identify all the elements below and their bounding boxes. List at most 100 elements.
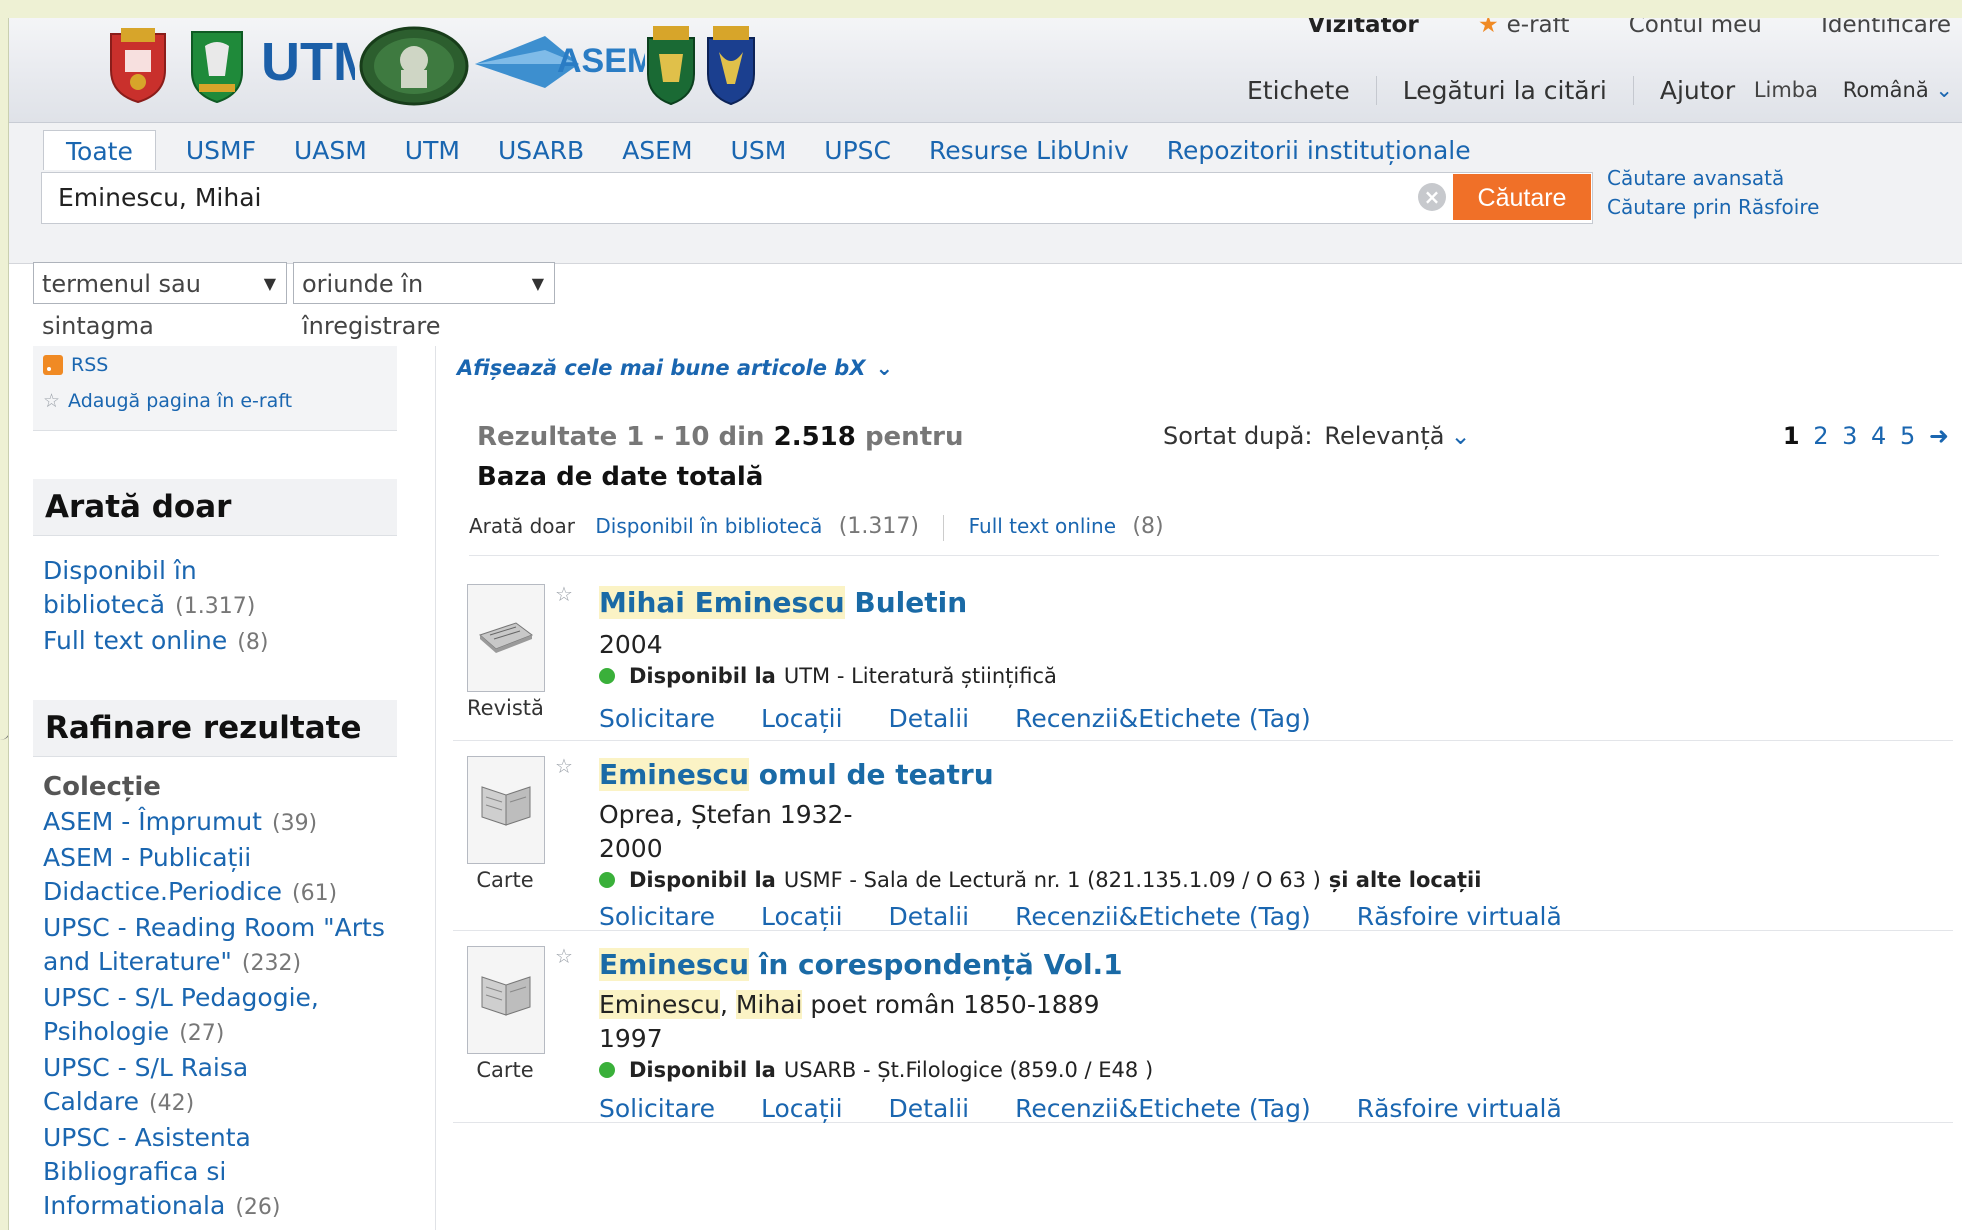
reviews-tags-link[interactable]: Recenzii&Etichete (Tag): [1015, 1094, 1311, 1123]
uasm-crest-logo[interactable]: [189, 24, 245, 108]
facet-collection[interactable]: UPSC - S/L Pedagogie, Psihologie (27): [33, 981, 397, 1051]
sort-label: Sortat după:: [1163, 422, 1313, 450]
browse-search-link[interactable]: Căutare prin Răsfoire: [1607, 193, 1819, 222]
available-filter-link[interactable]: Disponibil în bibliotecă: [595, 514, 822, 538]
field-select[interactable]: oriunde în înregistrare ▼: [293, 262, 555, 340]
facet-collection[interactable]: UPSC - Asistenta Bibliografica si Inform…: [33, 1121, 397, 1225]
details-link[interactable]: Detalii: [889, 1094, 970, 1123]
page-link[interactable]: 5: [1900, 422, 1915, 450]
column-divider: [435, 346, 436, 1230]
advanced-search-link[interactable]: Căutare avansată: [1607, 164, 1819, 193]
fulltext-filter-link[interactable]: Full text online: [969, 514, 1116, 538]
usm-crest-logo[interactable]: [645, 24, 697, 110]
record-title[interactable]: Eminescu în corespondență Vol.1: [599, 948, 1123, 981]
tab-usmf[interactable]: USMF: [186, 130, 256, 170]
star-icon[interactable]: ☆: [555, 582, 573, 606]
rss-link[interactable]: RSS: [43, 354, 108, 376]
site-header: UTM ASEM Vizitator ★ e-raft Contul meu Id…: [9, 18, 1962, 123]
details-link[interactable]: Detalii: [889, 704, 970, 733]
tab-asem[interactable]: ASEM: [622, 130, 692, 170]
scope-tabs: Toate USMF UASM UTM USARB ASEM USM UPSC …: [43, 130, 1509, 170]
facet-collection[interactable]: ASEM - Publicații Didactice.Periodice (61…: [33, 841, 397, 911]
virtual-browse-link[interactable]: Răsfoire virtuală: [1357, 902, 1562, 931]
eraft-link[interactable]: ★ e-raft: [1478, 18, 1569, 38]
tab-toate[interactable]: Toate: [43, 130, 156, 170]
clear-icon[interactable]: ×: [1418, 183, 1446, 211]
tab-repozitorii[interactable]: Repozitorii instituționale: [1167, 130, 1471, 170]
virtual-browse-link[interactable]: Răsfoire virtuală: [1357, 1094, 1562, 1123]
rss-box: RSS ☆ Adaugă pagina în e-raft: [33, 346, 397, 431]
journal-icon: [479, 622, 534, 653]
citation-links[interactable]: Legături la citări: [1377, 76, 1634, 105]
title-rest: omul de teatru: [749, 758, 994, 791]
add-page-link[interactable]: ☆ Adaugă pagina în e-raft: [43, 390, 292, 412]
search-button[interactable]: Căutare: [1453, 174, 1591, 220]
tags-link[interactable]: Etichete: [1221, 76, 1377, 105]
asem-logo[interactable]: ASEM: [475, 32, 655, 96]
facet-available[interactable]: Disponibil în bibliotecă (1.317): [33, 554, 397, 624]
visitor-link[interactable]: Vizitator: [1308, 18, 1419, 38]
user-links: Vizitator ★ e-raft Contul meu Identificar…: [1256, 18, 1952, 38]
request-link[interactable]: Solicitare: [599, 902, 715, 931]
tab-usarb[interactable]: USARB: [498, 130, 584, 170]
bx-label: Afișează cele mai bune articole bX: [457, 356, 866, 380]
search-input[interactable]: Eminescu, Mihai ×: [41, 172, 1593, 224]
page-link[interactable]: 3: [1842, 422, 1857, 450]
help-link[interactable]: Ajutor: [1634, 76, 1761, 105]
request-link[interactable]: Solicitare: [599, 704, 715, 733]
facet-collection[interactable]: UPSC - S/L Raisa Caldare (42): [33, 1051, 397, 1121]
facet-collection[interactable]: ASEM - Împrumut (39): [33, 805, 397, 841]
next-page-arrow-icon[interactable]: ➜: [1929, 422, 1949, 450]
journal-thumbnail[interactable]: [467, 584, 545, 692]
availability-location: UTM - Literatură științifică: [783, 664, 1057, 688]
availability-label: Disponibil la: [629, 868, 776, 892]
login-link[interactable]: Identificare: [1821, 18, 1951, 38]
availability-label: Disponibil la: [629, 1058, 776, 1082]
page-current: 1: [1782, 422, 1800, 450]
term-select[interactable]: termenul sau sintagma ▼: [33, 262, 287, 340]
book-thumbnail[interactable]: [467, 756, 545, 864]
tab-resurse-libuniv[interactable]: Resurse LibUniv: [929, 130, 1129, 170]
eraft-link-label: e-raft: [1506, 18, 1570, 38]
record-author: Oprea, Ștefan 1932-: [599, 800, 853, 829]
language-selector[interactable]: Limba Română ⌄: [1754, 78, 1953, 102]
details-link[interactable]: Detalii: [889, 902, 970, 931]
page-link[interactable]: 2: [1813, 422, 1828, 450]
tab-utm[interactable]: UTM: [405, 130, 460, 170]
facet-collection[interactable]: UPSC - Reading Room "Arts and Literature…: [33, 911, 397, 981]
bx-articles-link[interactable]: Afișează cele mai bune articole bX ⌄: [457, 356, 893, 380]
sort-control[interactable]: Sortat după: Relevanță ⌄: [1163, 422, 1471, 450]
my-account-link[interactable]: Contul meu: [1629, 18, 1762, 38]
page-link[interactable]: 4: [1871, 422, 1886, 450]
record-title[interactable]: Mihai Eminescu Buletin: [599, 586, 967, 619]
usarb-crest-logo[interactable]: [705, 24, 757, 110]
record-author: Eminescu, Mihai poet român 1850-1889: [599, 990, 1099, 1019]
request-link[interactable]: Solicitare: [599, 1094, 715, 1123]
collection-facets: ASEM - Împrumut (39) ASEM - Publicații Di…: [33, 805, 397, 1225]
facet-label: ASEM - Împrumut: [43, 807, 262, 836]
browser-page: UTM ASEM Vizitator ★ e-raft Contul meu Id…: [8, 18, 1962, 1230]
result-record: Carte ☆ Eminescu omul de teatru Oprea, Ș…: [453, 740, 1953, 931]
tab-uasm[interactable]: UASM: [294, 130, 367, 170]
results-total: 2.518: [773, 422, 856, 452]
results-summary: Rezultate 1 - 10 din 2.518 pentru Baza d…: [477, 422, 963, 492]
utm-logo[interactable]: UTM: [259, 28, 378, 98]
divider: [943, 514, 945, 541]
locations-link[interactable]: Locații: [761, 902, 843, 931]
available-status-icon: [599, 872, 615, 888]
upsc-seal-logo[interactable]: [359, 26, 469, 110]
locations-link[interactable]: Locații: [761, 1094, 843, 1123]
usmf-crest-logo[interactable]: [107, 24, 169, 108]
tab-upsc[interactable]: UPSC: [824, 130, 891, 170]
record-title[interactable]: Eminescu omul de teatru: [599, 758, 994, 791]
facet-fulltext[interactable]: Full text online (8): [33, 624, 397, 660]
book-thumbnail[interactable]: [467, 946, 545, 1054]
reviews-tags-link[interactable]: Recenzii&Etichete (Tag): [1015, 902, 1311, 931]
collection-heading: Colecție: [43, 772, 161, 802]
star-icon[interactable]: ☆: [555, 754, 573, 778]
reviews-tags-link[interactable]: Recenzii&Etichete (Tag): [1015, 704, 1311, 733]
locations-link[interactable]: Locații: [761, 704, 843, 733]
star-icon[interactable]: ☆: [555, 944, 573, 968]
tab-usm[interactable]: USM: [731, 130, 787, 170]
rss-icon: [43, 355, 63, 375]
